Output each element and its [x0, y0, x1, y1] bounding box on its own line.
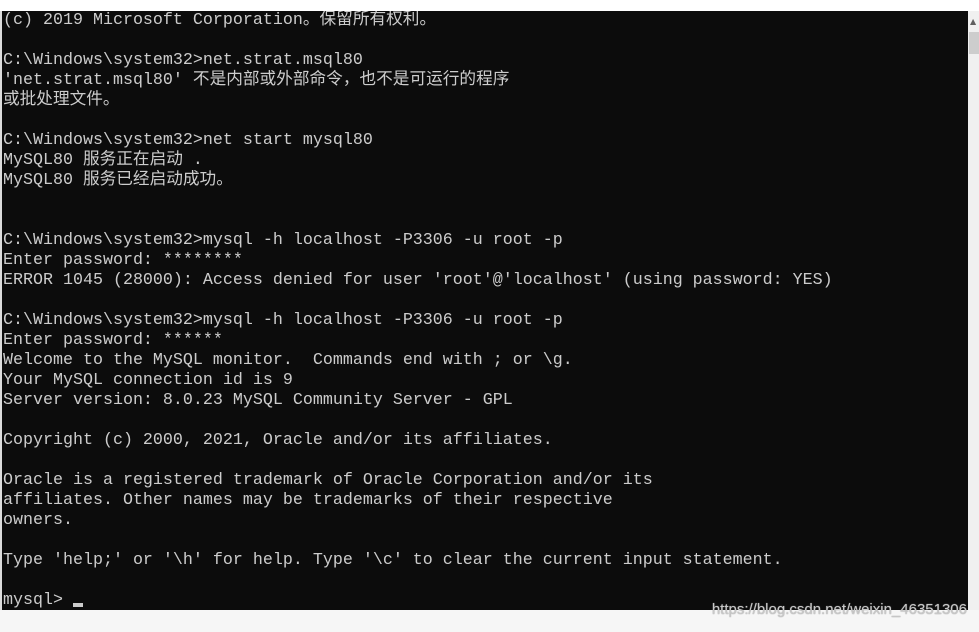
vertical-scrollbar[interactable]: ▲: [968, 11, 979, 610]
console-line: Copyright (c) 2000, 2021, Oracle and/or …: [3, 431, 553, 450]
console-output: (c) 2019 Microsoft Corporation。保留所有权利。 C:…: [2, 11, 968, 591]
console-line: Enter password: ******: [3, 331, 223, 350]
console-line: C:\Windows\system32>mysql -h localhost -…: [3, 231, 563, 250]
console-line: owners.: [3, 511, 73, 530]
console-line: Welcome to the MySQL monitor. Commands e…: [3, 351, 573, 370]
console-line: MySQL80 服务已经启动成功。: [3, 171, 233, 190]
console-line: Oracle is a registered trademark of Orac…: [3, 471, 653, 490]
console-line: Your MySQL connection id is 9: [3, 371, 293, 390]
console-line: Type 'help;' or '\h' for help. Type '\c'…: [3, 551, 783, 570]
console-line: Enter password: ********: [3, 251, 243, 270]
mysql-prompt: mysql>: [3, 591, 63, 610]
console-line: C:\Windows\system32>net.strat.msql80: [3, 51, 363, 70]
console-line: MySQL80 服务正在启动 .: [3, 151, 203, 170]
console-line: C:\Windows\system32>mysql -h localhost -…: [3, 311, 563, 330]
console-line: affiliates. Other names may be trademark…: [3, 491, 613, 510]
console-line: (c) 2019 Microsoft Corporation。保留所有权利。: [3, 11, 437, 30]
console-line: Server version: 8.0.23 MySQL Community S…: [3, 391, 513, 410]
scrollbar-thumb[interactable]: [969, 32, 979, 54]
console-line: ERROR 1045 (28000): Access denied for us…: [3, 271, 833, 290]
page-bottom: https://blog.csdn.net/weixin_46351306: [0, 601, 979, 632]
window-top-edge: [0, 0, 979, 11]
watermark: https://blog.csdn.net/weixin_46351306: [711, 601, 967, 618]
console-line: 'net.strat.msql80' 不是内部或外部命令，也不是可运行的程序: [3, 71, 510, 90]
console-window[interactable]: (c) 2019 Microsoft Corporation。保留所有权利。 C:…: [0, 11, 968, 610]
console-line: C:\Windows\system32>net start mysql80: [3, 131, 373, 150]
console-line: 或批处理文件。: [3, 91, 120, 110]
text-cursor: [72, 603, 83, 607]
scroll-up-arrow-icon[interactable]: ▲: [970, 17, 976, 26]
